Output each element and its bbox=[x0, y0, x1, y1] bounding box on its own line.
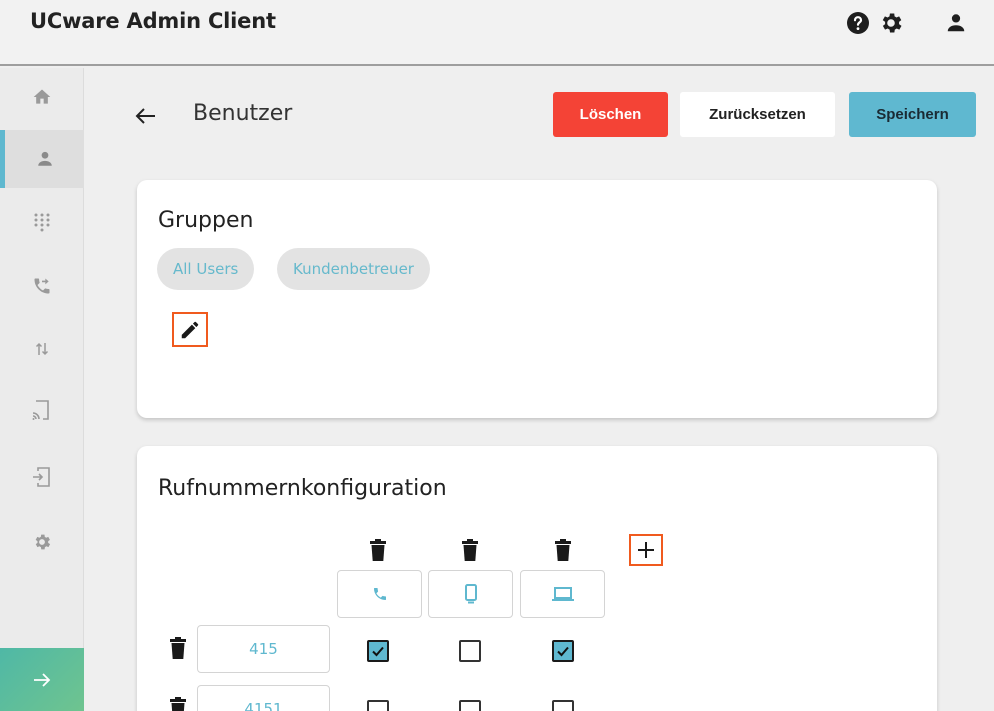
checkbox-415-phone[interactable] bbox=[367, 640, 389, 662]
call-forward-icon bbox=[34, 278, 50, 294]
transfer-icon bbox=[35, 342, 49, 356]
sidebar-next-button[interactable] bbox=[0, 648, 84, 711]
cast-icon bbox=[32, 400, 49, 420]
number-config-card: Rufnummernkonfiguration 415 4151 bbox=[137, 446, 937, 711]
delete-number-row-1[interactable] bbox=[167, 634, 189, 662]
dialpad-icon bbox=[34, 213, 50, 232]
arrow-left-icon bbox=[135, 108, 155, 124]
device-column-laptop[interactable] bbox=[520, 570, 605, 618]
user-icon bbox=[37, 151, 52, 166]
sidebar-item-dialpad[interactable] bbox=[0, 194, 84, 252]
trash-icon bbox=[370, 539, 386, 561]
checkbox-4151-phone[interactable] bbox=[367, 700, 389, 711]
number-field[interactable]: 4151 bbox=[197, 685, 330, 711]
sidebar bbox=[0, 68, 84, 711]
group-chip-all-users[interactable]: All Users bbox=[157, 248, 255, 290]
trash-icon bbox=[555, 539, 571, 561]
groups-title: Gruppen bbox=[158, 208, 254, 233]
edit-groups-button[interactable] bbox=[172, 312, 208, 347]
device-login-icon bbox=[33, 467, 50, 487]
number-field[interactable]: 415 bbox=[197, 625, 330, 673]
page-title: Benutzer bbox=[193, 101, 293, 126]
mobile-icon bbox=[464, 584, 477, 604]
trash-icon bbox=[170, 637, 186, 659]
trash-icon bbox=[462, 539, 478, 561]
checkbox-415-laptop[interactable] bbox=[552, 640, 574, 662]
sidebar-item-call-forward[interactable] bbox=[0, 257, 84, 315]
pencil-icon bbox=[181, 321, 199, 338]
home-icon bbox=[33, 89, 51, 104]
checkbox-4151-mobile[interactable] bbox=[459, 700, 481, 711]
sidebar-item-users[interactable] bbox=[0, 130, 84, 188]
sidebar-item-device-login[interactable] bbox=[0, 448, 84, 506]
app-title: UCware Admin Client bbox=[30, 9, 276, 33]
check-icon bbox=[557, 646, 569, 657]
delete-device-column-2[interactable] bbox=[459, 536, 481, 564]
trash-icon bbox=[170, 697, 186, 711]
save-button[interactable]: Speichern bbox=[849, 92, 976, 137]
groups-card: Gruppen All Users Kundenbetreuer bbox=[137, 180, 937, 418]
number-config-title: Rufnummernkonfiguration bbox=[158, 476, 447, 501]
laptop-icon bbox=[551, 587, 574, 601]
check-icon bbox=[372, 646, 384, 657]
delete-number-row-2[interactable] bbox=[167, 694, 189, 711]
user-icon[interactable] bbox=[941, 8, 971, 38]
checkbox-4151-laptop[interactable] bbox=[552, 700, 574, 711]
sidebar-item-settings[interactable] bbox=[0, 513, 84, 571]
add-device-button[interactable] bbox=[629, 534, 663, 566]
delete-device-column-1[interactable] bbox=[367, 536, 389, 564]
device-column-phone[interactable] bbox=[337, 570, 422, 618]
settings-icon[interactable] bbox=[876, 8, 906, 38]
device-column-mobile[interactable] bbox=[428, 570, 513, 618]
back-button[interactable] bbox=[130, 100, 162, 132]
plus-icon bbox=[638, 542, 654, 558]
reset-button[interactable]: Zurücksetzen bbox=[680, 92, 835, 137]
sidebar-item-transfer[interactable] bbox=[0, 320, 84, 378]
phone-icon bbox=[373, 588, 386, 600]
sidebar-item-cast[interactable] bbox=[0, 381, 84, 439]
settings-icon bbox=[35, 534, 51, 550]
delete-device-column-3[interactable] bbox=[552, 536, 574, 564]
top-bar: UCware Admin Client bbox=[0, 0, 994, 66]
sidebar-item-home[interactable] bbox=[0, 68, 84, 126]
checkbox-415-mobile[interactable] bbox=[459, 640, 481, 662]
help-icon[interactable] bbox=[843, 8, 873, 38]
arrow-right-icon bbox=[34, 672, 51, 687]
group-chip-kundenbetreuer[interactable]: Kundenbetreuer bbox=[277, 248, 430, 290]
delete-button[interactable]: Löschen bbox=[553, 92, 668, 137]
